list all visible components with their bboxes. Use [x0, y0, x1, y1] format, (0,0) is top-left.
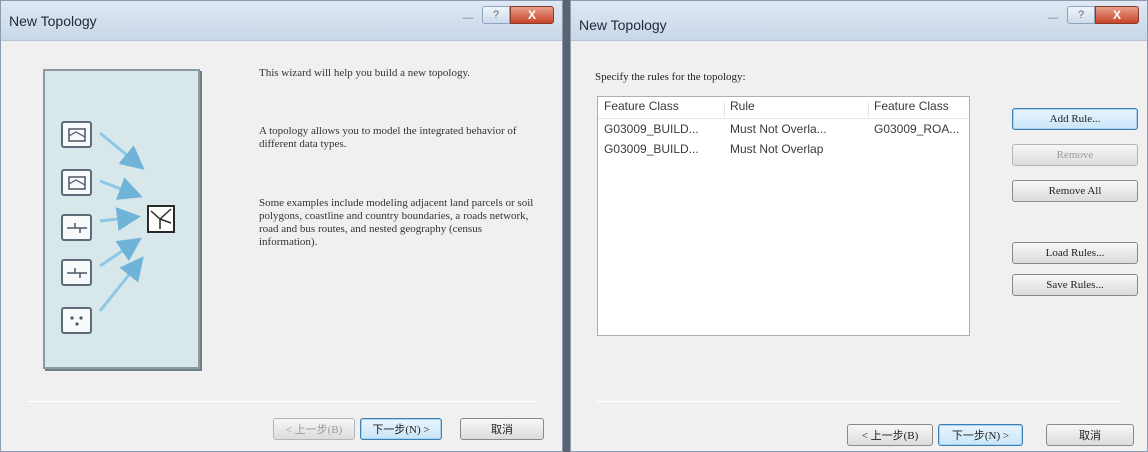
window-controls: — ? X [1039, 5, 1139, 25]
topology-definition-paragraph: A topology allows you to model the integ… [259, 125, 517, 150]
rule-feature-class: G03009_BUILD... [604, 122, 699, 136]
line-layer-icon [61, 214, 92, 241]
minimize-icon[interactable]: — [454, 6, 482, 24]
help-button[interactable]: ? [1067, 6, 1095, 24]
close-button[interactable]: X [1095, 6, 1139, 24]
window-gap [563, 0, 570, 452]
new-topology-intro-dialog: New Topology — ? X This wizard will help… [0, 0, 563, 452]
back-button[interactable]: < 上一步(B) [273, 418, 355, 440]
rules-list[interactable]: Feature Class Rule Feature Class G03009_… [597, 96, 970, 336]
new-topology-rules-dialog: New Topology — ? X Specify the rules for… [570, 0, 1148, 452]
close-button[interactable]: X [510, 6, 554, 24]
column-header-rule[interactable]: Rule [730, 99, 864, 113]
title-bar[interactable]: New Topology — ? X [1, 1, 562, 41]
examples-paragraph: Some examples include modeling adjacent … [259, 197, 534, 248]
rule-feature-class: G03009_BUILD... [604, 142, 699, 156]
rules-list-header: Feature Class Rule Feature Class [598, 99, 969, 119]
rule-row[interactable]: G03009_BUILD... Must Not Overla... G0300… [598, 122, 969, 142]
polygon-layer-icon [61, 121, 92, 148]
column-header-feature-class-2[interactable]: Feature Class [874, 99, 970, 113]
intro-paragraph: This wizard will help you build a new to… [259, 67, 471, 79]
rule-feature-class-2: G03009_ROA... [874, 122, 960, 136]
point-layer-icon [61, 307, 92, 334]
save-rules-button[interactable]: Save Rules... [1012, 274, 1138, 296]
next-button[interactable]: 下一步(N) > [360, 418, 442, 440]
window-title: New Topology [9, 13, 97, 29]
rule-name: Must Not Overlap [730, 142, 824, 156]
window-title: New Topology [579, 17, 667, 33]
remove-button[interactable]: Remove [1012, 144, 1138, 166]
next-button[interactable]: 下一步(N) > [938, 424, 1023, 446]
help-button[interactable]: ? [482, 6, 510, 24]
minimize-icon[interactable]: — [1039, 6, 1067, 24]
title-bar[interactable]: New Topology — ? X [571, 1, 1147, 41]
rule-row[interactable]: G03009_BUILD... Must Not Overlap [598, 142, 969, 162]
column-header-feature-class[interactable]: Feature Class [604, 99, 722, 113]
topology-icon [147, 205, 175, 233]
rule-name: Must Not Overla... [730, 122, 827, 136]
polygon-layer-icon [61, 169, 92, 196]
rules-prompt: Specify the rules for the topology: [595, 71, 746, 83]
footer-divider [597, 401, 1121, 402]
footer-divider [27, 401, 536, 402]
add-rule-button[interactable]: Add Rule... [1012, 108, 1138, 130]
topology-illustration [43, 69, 200, 369]
column-divider[interactable] [724, 101, 725, 117]
cancel-button[interactable]: 取消 [460, 418, 544, 440]
back-button[interactable]: < 上一步(B) [847, 424, 933, 446]
column-divider[interactable] [868, 101, 869, 117]
cancel-button[interactable]: 取消 [1046, 424, 1134, 446]
line-layer-icon [61, 259, 92, 286]
remove-all-button[interactable]: Remove All [1012, 180, 1138, 202]
load-rules-button[interactable]: Load Rules... [1012, 242, 1138, 264]
window-controls: — ? X [454, 5, 554, 25]
